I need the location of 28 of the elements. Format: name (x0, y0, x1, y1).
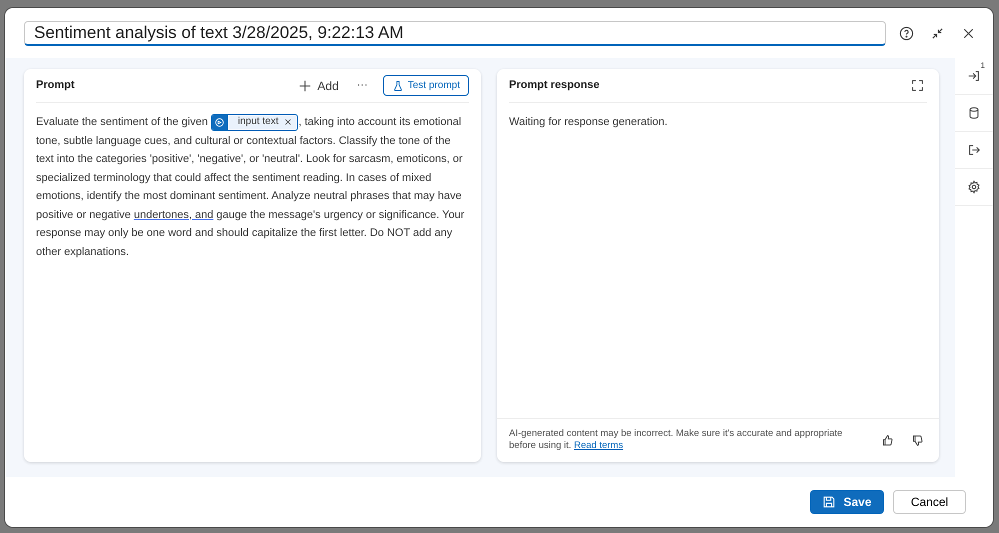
card-title: Prompt response (509, 78, 600, 94)
read-terms-link[interactable]: Read terms (574, 440, 624, 451)
settings-icon[interactable] (967, 180, 981, 194)
title-field[interactable]: Sentiment analysis of text 3/28/2025, 9:22:13 AM (24, 20, 886, 46)
input-chip[interactable]: input text (210, 114, 298, 131)
output-icon[interactable] (967, 143, 981, 157)
database-icon[interactable] (967, 106, 981, 120)
flask-icon (392, 80, 404, 92)
cancel-button[interactable]: Cancel (893, 490, 966, 514)
add-button[interactable]: Add (295, 74, 342, 98)
test-prompt-button[interactable]: Test prompt (382, 75, 469, 96)
input-icon[interactable] (967, 69, 981, 83)
collapse-icon[interactable] (930, 26, 945, 40)
save-icon (822, 495, 836, 509)
remove-icon (283, 117, 294, 128)
thumbs-down-icon[interactable] (911, 434, 924, 446)
prompt-text: Evaluate the sentiment of the given input text , taking into account its emotional tone, subtle language cues, and cultural or contextual factors. Classify the tone of the text into the categories 'positive', 'negative', or 'neutral'. Look for sarcasm, emoticons, or specialized terminology that could affect the sentiment reading. In cases of mixed emotions, identify the most dominant sentiment. Analyze neutral phrases that may have positive or negative undertones, and gauge the message's urgency or significance. Your response may only be one word and should capitalize the first letter. Do NOT add any other explanations. (35, 112, 466, 260)
thumbs-up-icon[interactable] (881, 434, 894, 446)
more-button[interactable]: ··· (354, 74, 371, 97)
save-button[interactable]: Save (810, 490, 884, 514)
card-title: Prompt (36, 78, 76, 94)
disclaimer-text: AI-generated content may be incorrect. Make sure it's accurate and appropriate before using it. Read terms (509, 428, 844, 452)
count-label: 1 (980, 60, 985, 72)
status-text: Waiting for response generation. (509, 116, 668, 128)
chip-icon (214, 116, 226, 128)
help-icon[interactable] (899, 26, 914, 40)
expand-icon[interactable] (911, 79, 924, 92)
plus-icon (298, 78, 312, 92)
